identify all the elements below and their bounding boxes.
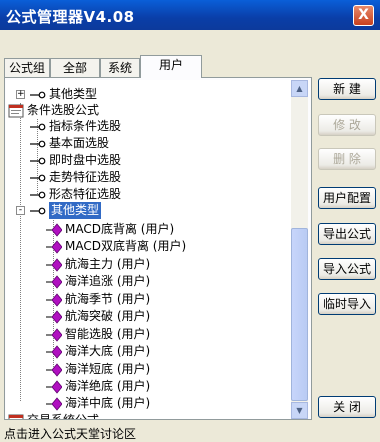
formula-diamond-icon xyxy=(46,363,63,377)
tree-item-label: MACD双底背离 (用户) xyxy=(65,239,187,253)
formula-diamond-icon xyxy=(46,310,63,324)
group-key-icon xyxy=(30,88,46,102)
tree-item-label: 形态特征选股 xyxy=(49,187,122,201)
tree-item-label: 海洋中底 (用户) xyxy=(65,396,151,410)
tree-item-label: 海洋短底 (用户) xyxy=(65,362,151,376)
tree-item-label: 航海主力 (用户) xyxy=(65,257,151,271)
tree-item-group[interactable]: - 其他类型 xyxy=(6,202,291,219)
formula-category-icon xyxy=(8,414,24,419)
formula-tree[interactable]: +其他类型-条件选股公式指标条件选股基本面选股即时盘中选股走势特征选股形态特征选… xyxy=(6,80,291,419)
tree-item-formula[interactable]: 航海主力 (用户) xyxy=(6,256,291,273)
formula-diamond-icon xyxy=(46,328,63,342)
tree-item-formula[interactable]: MACD底背离 (用户) xyxy=(6,221,291,238)
tree-item-formula[interactable]: 海洋追涨 (用户) xyxy=(6,273,291,290)
tree-item-label: 航海季节 (用户) xyxy=(65,292,151,306)
tab-all[interactable]: 全部 xyxy=(50,58,100,77)
new-button[interactable]: 新 建 xyxy=(318,78,376,100)
user-config-button[interactable]: 用户配置 xyxy=(318,187,376,209)
forum-link[interactable]: 点击进入公式天堂讨论区 xyxy=(4,425,136,442)
temp-import-button[interactable]: 临时导入 xyxy=(318,293,376,315)
group-key-icon xyxy=(30,204,46,218)
formula-diamond-icon xyxy=(46,293,63,307)
window-title: 公式管理器V4.08 xyxy=(6,8,135,26)
tree-item-formula[interactable]: 海洋中底 (用户) xyxy=(6,395,291,412)
collapse-minus-icon[interactable]: - xyxy=(16,206,25,215)
title-bar: 公式管理器V4.08 X xyxy=(0,0,380,30)
tree-item-group[interactable]: + 其他类型 xyxy=(6,86,291,103)
tree-item-category[interactable]: -条件选股公式 xyxy=(6,102,291,119)
formula-diamond-icon xyxy=(46,258,63,272)
tree-item-formula[interactable]: 航海突破 (用户) xyxy=(6,308,291,325)
formula-diamond-icon xyxy=(46,380,63,394)
tree-item-formula[interactable]: 航海季节 (用户) xyxy=(6,291,291,308)
tree-item-label: 即时盘中选股 xyxy=(49,153,122,167)
formula-diamond-icon xyxy=(46,397,63,411)
tab-formula-group[interactable]: 公式组 xyxy=(4,58,50,77)
tree-item-label: 基本面选股 xyxy=(49,136,110,150)
tree-item-label: 指标条件选股 xyxy=(49,119,122,133)
tree-item-group[interactable]: 形态特征选股 xyxy=(6,186,291,203)
tree-scrollbar[interactable]: ▲ ▼ xyxy=(291,80,308,419)
export-formula-button[interactable]: 导出公式 xyxy=(318,223,376,245)
tree-item-label: 其他类型 xyxy=(49,202,102,219)
tree-item-formula[interactable]: 海洋绝底 (用户) xyxy=(6,378,291,395)
tree-item-formula[interactable]: 海洋大底 (用户) xyxy=(6,343,291,360)
formula-diamond-icon xyxy=(46,345,63,359)
tree-item-label: 智能选股 (用户) xyxy=(65,327,151,341)
scroll-down-arrow-icon[interactable]: ▼ xyxy=(291,402,308,419)
expand-plus-icon[interactable]: + xyxy=(16,90,25,99)
close-button[interactable]: 关 闭 xyxy=(318,396,376,418)
group-key-icon xyxy=(30,137,46,151)
close-window-button[interactable]: X xyxy=(353,5,374,26)
tree-item-label: 其他类型 xyxy=(49,87,98,101)
tab-system[interactable]: 系统 xyxy=(100,58,140,77)
tree-item-label: 交易系统公式 xyxy=(27,412,99,419)
tab-user[interactable]: 用户 xyxy=(140,55,202,78)
tree-item-label: 走势特征选股 xyxy=(49,170,122,184)
group-key-icon xyxy=(30,188,46,202)
tree-item-group[interactable]: 即时盘中选股 xyxy=(6,152,291,169)
delete-button[interactable]: 删 除 xyxy=(318,148,376,170)
modify-button[interactable]: 修 改 xyxy=(318,114,376,136)
tree-item-label: 条件选股公式 xyxy=(27,103,100,117)
group-key-icon xyxy=(30,154,46,168)
scrollbar-thumb[interactable] xyxy=(291,228,308,401)
formula-diamond-icon xyxy=(46,223,63,237)
import-formula-button[interactable]: 导入公式 xyxy=(318,258,376,280)
tree-item-group[interactable]: 指标条件选股 xyxy=(6,118,291,135)
tree-item-group[interactable]: 走势特征选股 xyxy=(6,169,291,186)
tree-item-category[interactable]: 交易系统公式 xyxy=(6,412,291,419)
formula-category-icon xyxy=(8,104,24,118)
tree-item-label: 海洋追涨 (用户) xyxy=(65,274,151,288)
group-key-icon xyxy=(30,171,46,185)
tree-item-formula[interactable]: 智能选股 (用户) xyxy=(6,326,291,343)
tree-item-label: 海洋大底 (用户) xyxy=(65,344,151,358)
tree-item-label: MACD底背离 (用户) xyxy=(65,222,175,236)
tree-item-group[interactable]: 基本面选股 xyxy=(6,135,291,152)
group-key-icon xyxy=(30,120,46,134)
tree-item-formula[interactable]: MACD双底背离 (用户) xyxy=(6,238,291,255)
formula-diamond-icon xyxy=(46,275,63,289)
tree-item-label: 航海突破 (用户) xyxy=(65,309,151,323)
tree-item-formula[interactable]: 海洋短底 (用户) xyxy=(6,361,291,378)
scroll-up-arrow-icon[interactable]: ▲ xyxy=(291,80,308,97)
tree-item-label: 海洋绝底 (用户) xyxy=(65,379,151,393)
formula-diamond-icon xyxy=(46,240,63,254)
